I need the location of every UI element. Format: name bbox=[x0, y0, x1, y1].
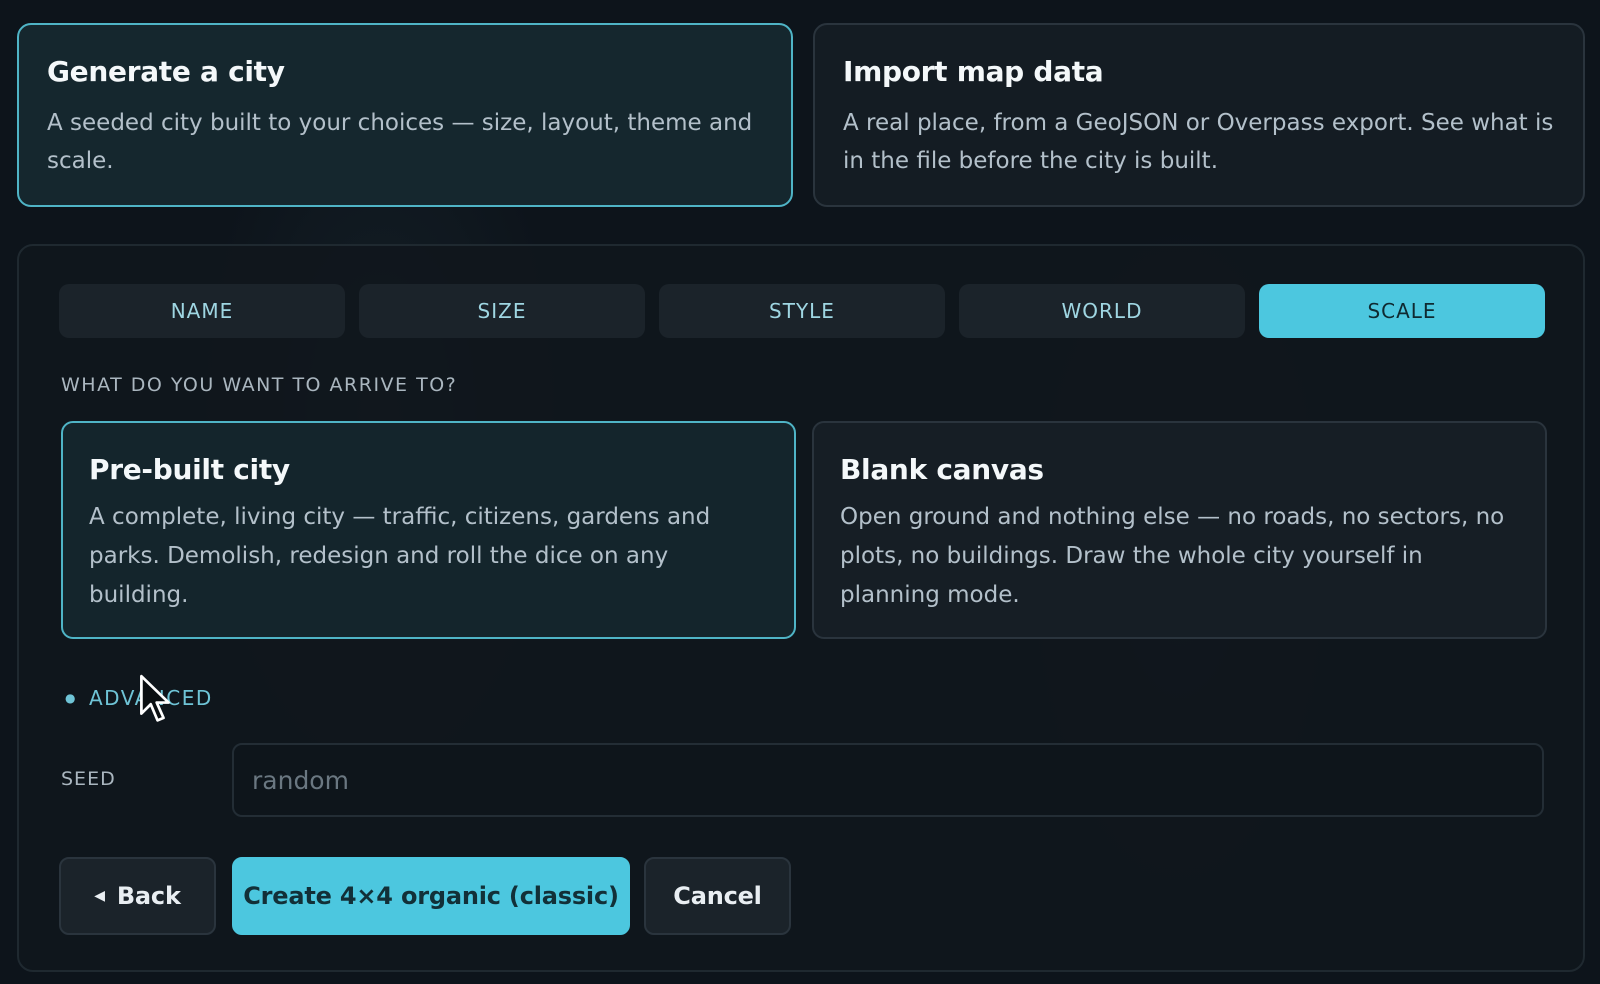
arrival-question-label: WHAT DO YOU WANT TO ARRIVE TO? bbox=[61, 374, 458, 396]
tab-style[interactable]: STYLE bbox=[659, 284, 945, 338]
wizard-tabs: NAME SIZE STYLE WORLD SCALE bbox=[59, 284, 1545, 338]
mode-card-import-map-data[interactable]: Import map data A real place, from a Geo… bbox=[813, 23, 1585, 207]
option-card-prebuilt-city[interactable]: Pre-built city A complete, living city —… bbox=[61, 421, 796, 639]
cancel-button[interactable]: Cancel bbox=[644, 857, 791, 935]
triangle-left-icon: ◀ bbox=[94, 888, 105, 904]
mode-card-description: A seeded city built to your choices — si… bbox=[47, 110, 753, 174]
tab-world[interactable]: WORLD bbox=[959, 284, 1245, 338]
option-card-title: Pre-built city bbox=[89, 453, 290, 486]
create-city-button[interactable]: Create 4×4 organic (classic) bbox=[232, 857, 630, 935]
advanced-label: ADVANCED bbox=[88, 686, 213, 710]
tab-scale[interactable]: SCALE bbox=[1259, 284, 1545, 338]
back-button[interactable]: ◀ Back bbox=[59, 857, 216, 935]
mode-card-title: Generate a city bbox=[47, 55, 285, 88]
option-card-title: Blank canvas bbox=[840, 453, 1044, 486]
mode-card-title: Import map data bbox=[843, 55, 1104, 88]
advanced-toggle[interactable]: ● ADVANCED bbox=[65, 686, 213, 710]
mode-card-generate-city[interactable]: Generate a city A seeded city built to y… bbox=[17, 23, 793, 207]
option-card-description: Open ground and nothing else — no roads,… bbox=[840, 504, 1505, 608]
bullet-icon: ● bbox=[65, 691, 77, 705]
seed-label: SEED bbox=[61, 768, 116, 790]
option-card-description: A complete, living city — traffic, citiz… bbox=[89, 504, 711, 608]
tab-size[interactable]: SIZE bbox=[359, 284, 645, 338]
option-card-blank-canvas[interactable]: Blank canvas Open ground and nothing els… bbox=[812, 421, 1547, 639]
tab-name[interactable]: NAME bbox=[59, 284, 345, 338]
mode-card-description: A real place, from a GeoJSON or Overpass… bbox=[843, 110, 1554, 174]
seed-input[interactable] bbox=[232, 743, 1544, 817]
city-setup-panel: NAME SIZE STYLE WORLD SCALE WHAT DO YOU … bbox=[17, 244, 1585, 972]
back-button-label: Back bbox=[116, 882, 181, 910]
